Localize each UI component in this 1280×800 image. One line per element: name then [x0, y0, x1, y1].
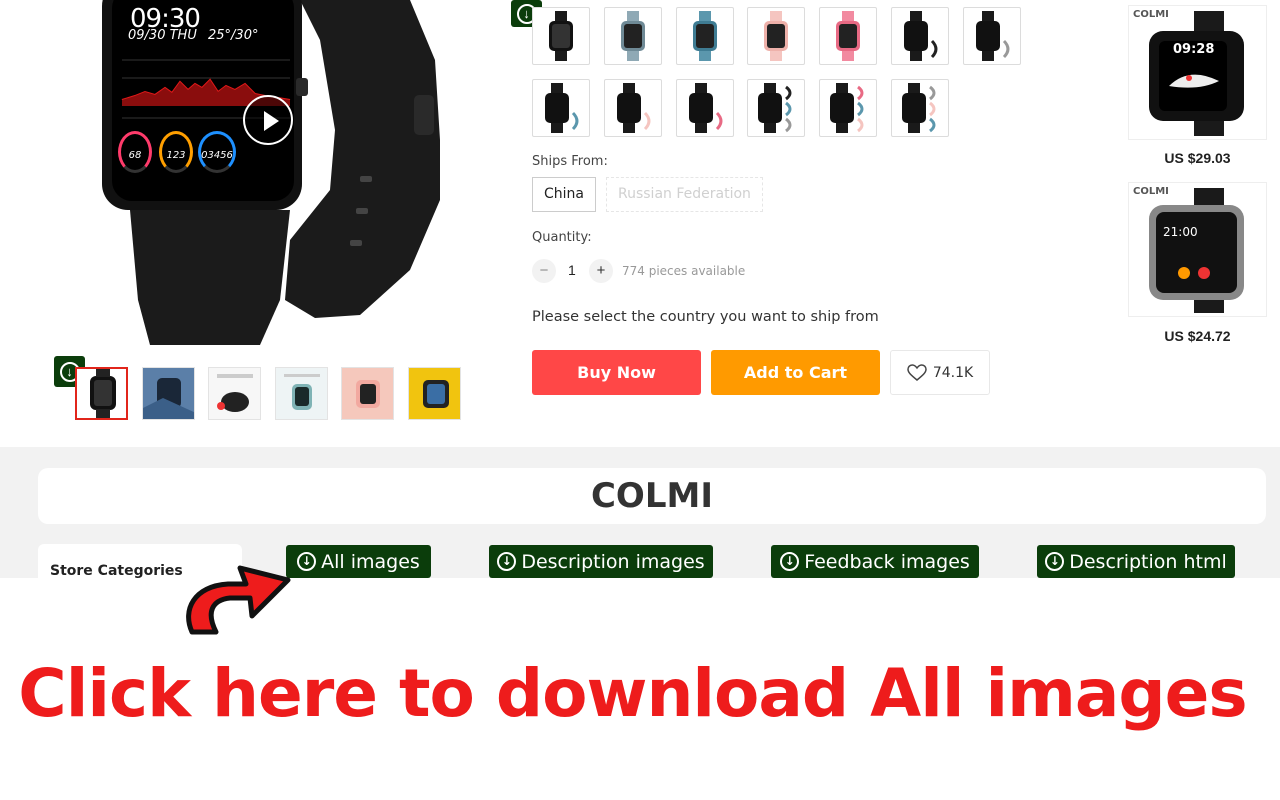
recommended-product-2[interactable]: COLMI 21:00	[1128, 182, 1267, 317]
quantity-decrease-button[interactable]: −	[532, 259, 556, 283]
swatch-watch-icon	[902, 83, 936, 133]
swatch-watch-icon	[693, 11, 717, 61]
recommended-price-1[interactable]: US $29.03	[1128, 150, 1267, 166]
thumbnail-watch-black	[90, 369, 116, 418]
thumbnail-watch-yellow	[409, 368, 460, 419]
watch-face-temperature: 25°/30°	[208, 28, 259, 43]
swatch-watch-icon	[764, 11, 788, 61]
swatch-watch-icon	[758, 83, 792, 133]
variant-swatch-multi-strap-2[interactable]	[819, 79, 877, 137]
store-categories-label: Store Categories	[50, 563, 183, 579]
download-arrow-icon: ↓	[1045, 552, 1065, 571]
add-to-cart-button[interactable]: Add to Cart	[711, 350, 880, 395]
thumbnail-4[interactable]	[275, 367, 328, 420]
watch-face-date: 09/30 THU	[128, 28, 197, 43]
recommended-brand: COLMI	[1133, 186, 1169, 197]
video-play-button[interactable]	[243, 95, 293, 145]
thumbnail-5[interactable]	[341, 367, 394, 420]
variant-swatch-pink[interactable]	[819, 7, 877, 65]
watch-stat-calories: 123	[159, 131, 193, 173]
ship-option-russian-federation[interactable]: Russian Federation	[606, 177, 763, 212]
promo-headline: Click here to download All images	[18, 655, 1247, 732]
thumbnail-watch-blue	[143, 368, 194, 419]
recommended-product-1[interactable]: COLMI 09:28	[1128, 5, 1267, 140]
quantity-value[interactable]: 1	[568, 262, 576, 278]
swatch-watch-icon	[904, 11, 938, 61]
download-feedback-images-button[interactable]: ↓ Feedback images	[771, 545, 979, 578]
thumbnail-watch-pink	[342, 368, 393, 419]
variant-swatch-black-teal-strap[interactable]	[532, 79, 590, 137]
recommended-watch-time: 21:00	[1163, 225, 1198, 239]
thumbnail-2[interactable]	[142, 367, 195, 420]
recommended-watch-image	[1149, 11, 1244, 136]
swatch-watch-icon	[836, 11, 860, 61]
swatch-watch-icon	[617, 83, 651, 133]
variant-swatch-black-extra-strap[interactable]	[891, 7, 949, 65]
variant-swatch-teal[interactable]	[676, 7, 734, 65]
wishlist-button[interactable]: 74.1K	[890, 350, 990, 395]
recommended-price-2[interactable]: US $24.72	[1128, 328, 1267, 344]
variant-swatch-black-pink-strap[interactable]	[604, 79, 662, 137]
variant-swatch-light-pink[interactable]	[747, 7, 805, 65]
variant-swatch-black-grey-strap[interactable]	[963, 7, 1021, 65]
swatch-watch-icon	[976, 11, 1010, 61]
ship-option-china[interactable]: China	[532, 177, 596, 212]
swatch-watch-icon	[545, 83, 579, 133]
download-all-images-button[interactable]: ↓ All images	[286, 545, 431, 578]
thumbnail-6[interactable]	[408, 367, 461, 420]
thumbnail-watch-teal	[276, 368, 327, 419]
variant-swatch-grey-blue[interactable]	[604, 7, 662, 65]
swatch-watch-icon	[830, 83, 864, 133]
watch-stat-heart-rate: 68	[118, 131, 152, 173]
heart-icon	[907, 363, 927, 381]
thumbnail-watch-features	[209, 368, 260, 419]
ship-country-message: Please select the country you want to sh…	[532, 309, 879, 325]
recommended-brand: COLMI	[1133, 9, 1169, 20]
main-product-image[interactable]: 09:30 09/30 THU 25°/30° 68 123 03456	[60, 0, 480, 345]
availability-text: 774 pieces available	[622, 264, 746, 278]
variant-swatch-black-rose-strap[interactable]	[676, 79, 734, 137]
variant-swatch-multi-strap-3[interactable]	[891, 79, 949, 137]
smartwatch-image	[102, 0, 440, 345]
thumbnail-3[interactable]	[208, 367, 261, 420]
download-description-html-label: Description html	[1069, 550, 1227, 573]
buy-now-button[interactable]: Buy Now	[532, 350, 701, 395]
download-arrow-icon: ↓	[780, 552, 800, 571]
quantity-label: Quantity:	[532, 230, 592, 245]
swatch-watch-icon	[621, 11, 645, 61]
variant-swatch-multi-strap-1[interactable]	[747, 79, 805, 137]
store-name[interactable]: COLMI	[38, 468, 1266, 524]
download-all-images-label: All images	[321, 550, 420, 573]
variant-swatch-black[interactable]	[532, 7, 590, 65]
recommended-watch-time: 09:28	[1173, 42, 1215, 57]
recommended-watch-image	[1149, 188, 1244, 313]
download-description-images-label: Description images	[521, 550, 705, 573]
ships-from-label: Ships From:	[532, 154, 608, 169]
swatch-watch-icon	[549, 11, 573, 61]
download-feedback-images-label: Feedback images	[804, 550, 970, 573]
watch-stat-steps: 03456	[198, 131, 236, 173]
swatch-watch-icon	[689, 83, 723, 133]
quantity-increase-button[interactable]: +	[589, 259, 613, 283]
curved-arrow-icon	[186, 565, 291, 635]
download-arrow-icon: ↓	[497, 552, 517, 571]
thumbnail-1[interactable]	[75, 367, 128, 420]
download-description-images-button[interactable]: ↓ Description images	[489, 545, 713, 578]
store-header: COLMI	[38, 468, 1266, 524]
wishlist-count: 74.1K	[932, 364, 974, 381]
download-description-html-button[interactable]: ↓ Description html	[1037, 545, 1235, 578]
